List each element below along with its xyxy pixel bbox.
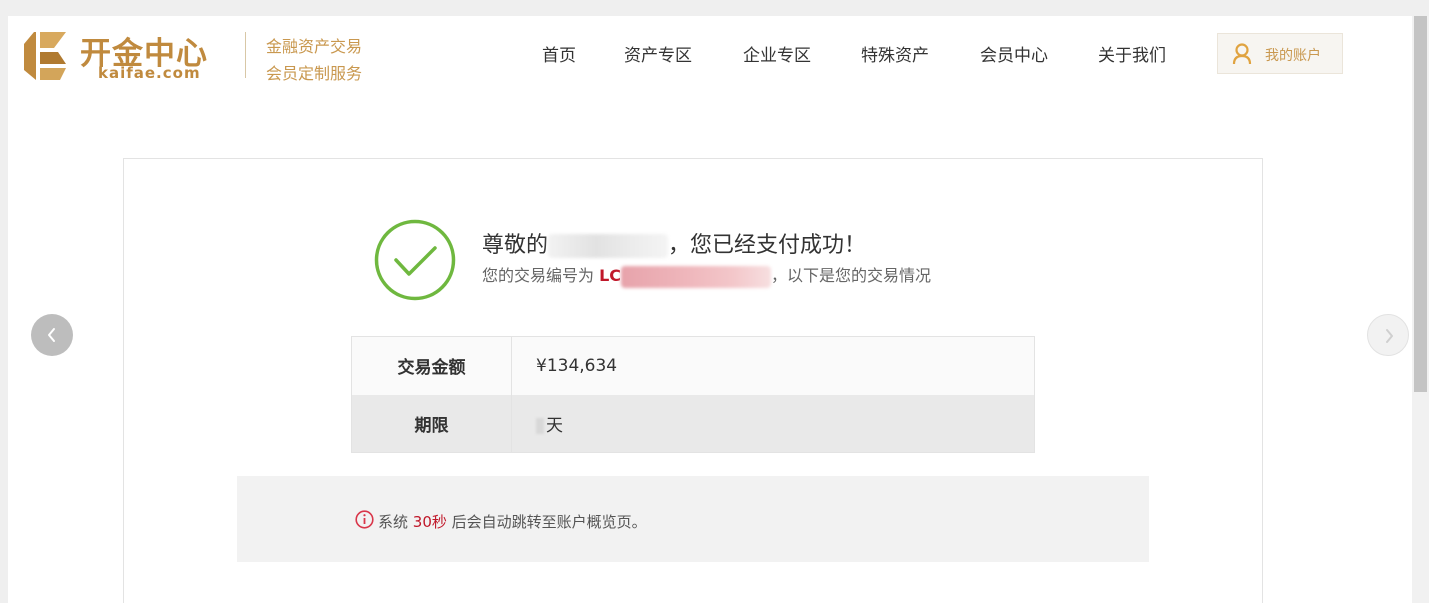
redirect-notice: 系统 30秒 后会自动跳转至账户概览页。 xyxy=(237,476,1149,562)
tx-label-text: 您的交易编号为 xyxy=(482,266,595,285)
table-row: 交易金额 ¥134,634 xyxy=(351,336,1035,395)
my-account-button[interactable]: 我的账户 xyxy=(1217,33,1343,74)
slogan-line-2: 会员定制服务 xyxy=(266,64,363,83)
transaction-details-table: 交易金额 ¥134,634 期限 天 xyxy=(351,336,1035,453)
redacted-username xyxy=(548,234,669,258)
notice-suffix: 后会自动跳转至账户概览页。 xyxy=(451,513,647,531)
browser-top-strip xyxy=(0,0,1429,16)
slogan-line-1: 金融资产交易 xyxy=(266,37,363,56)
nav-item-home[interactable]: 首页 xyxy=(542,41,576,66)
payment-success-title: 尊敬的 ，您已经支付成功！ xyxy=(482,227,866,259)
table-row: 期限 天 xyxy=(351,394,1035,453)
redacted-term-days xyxy=(536,417,544,434)
nav-item-about-us[interactable]: 关于我们 xyxy=(1098,41,1166,66)
nav-item-enterprise[interactable]: 企业专区 xyxy=(743,41,811,66)
redacted-transaction-number xyxy=(621,265,772,288)
success-check-icon xyxy=(374,219,456,301)
transaction-number: LC xyxy=(599,266,622,285)
tx-suffix-text: ，以下是您的交易情况 xyxy=(771,266,932,285)
success-text: ，您已经支付成功！ xyxy=(668,233,867,258)
logo-divider xyxy=(245,32,246,78)
carousel-next-button[interactable] xyxy=(1367,314,1409,356)
info-icon xyxy=(355,510,374,529)
scrollbar-thumb[interactable] xyxy=(1414,16,1427,392)
window-left-edge xyxy=(0,16,8,603)
carousel-prev-button[interactable] xyxy=(31,314,73,356)
term-label: 期限 xyxy=(351,394,512,453)
nav-item-special-assets[interactable]: 特殊资产 xyxy=(861,41,929,66)
greeting-text: 尊敬的 xyxy=(482,233,549,258)
chevron-left-icon xyxy=(48,328,55,342)
kaifae-logo-icon[interactable] xyxy=(20,30,70,82)
site-header: 开金中心 kaifae.com 金融资产交易 会员定制服务 首页 资产专区 企业… xyxy=(8,16,1412,98)
brand-domain[interactable]: kaifae.com xyxy=(98,64,201,82)
notice-prefix: 系统 xyxy=(378,513,409,531)
amount-label: 交易金额 xyxy=(351,336,512,395)
my-account-label: 我的账户 xyxy=(1265,48,1321,64)
nav-item-assets[interactable]: 资产专区 xyxy=(624,41,692,66)
redirect-countdown: 30秒 xyxy=(412,513,447,531)
redirect-notice-text: 系统 30秒 后会自动跳转至账户概览页。 xyxy=(378,511,647,532)
user-icon xyxy=(1232,43,1252,65)
amount-value: ¥134,634 xyxy=(511,336,1035,395)
transaction-info-line: 您的交易编号为 LC ，以下是您的交易情况 xyxy=(482,262,931,288)
term-value: 天 xyxy=(511,394,1035,453)
nav-item-member-center[interactable]: 会员中心 xyxy=(980,41,1048,66)
term-unit: 天 xyxy=(546,415,563,436)
chevron-right-icon xyxy=(1386,329,1393,343)
